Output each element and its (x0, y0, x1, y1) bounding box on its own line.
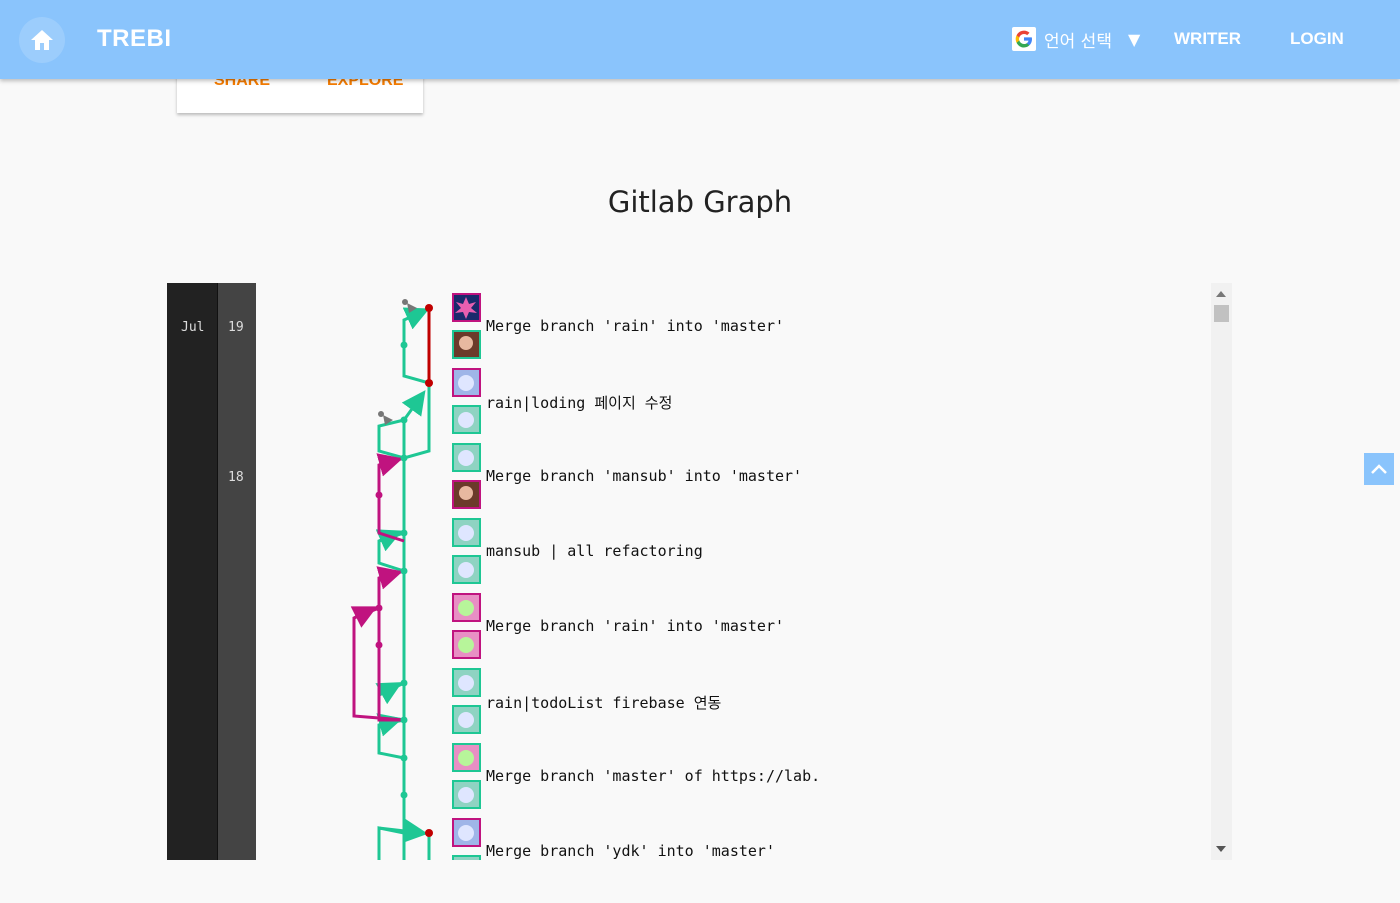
brand-title[interactable]: TREBI (97, 25, 172, 53)
commit-message[interactable]: rain|todoList firebase 연동 (486, 692, 818, 713)
commit-message[interactable]: rain|loding 페이지 수정 (486, 392, 818, 413)
scroll-up-arrow-icon[interactable] (1216, 291, 1226, 297)
language-label: 언어 선택 (1044, 31, 1112, 52)
chevron-up-icon (1371, 464, 1387, 474)
home-button[interactable] (19, 17, 65, 63)
google-icon (1012, 27, 1036, 51)
commit-message[interactable]: Merge branch 'rain' into 'master' (486, 317, 818, 335)
gitlab-graph: Jul 19 18 Merge branch 'rain' into 'mast… (167, 283, 1232, 860)
graph-scrollbar[interactable] (1211, 283, 1232, 860)
avatar-column (452, 293, 481, 860)
chevron-down-icon: ▼ (1127, 29, 1141, 49)
scroll-down-arrow-icon[interactable] (1216, 846, 1226, 852)
commit-message[interactable]: Merge branch 'master' of https://lab.ssa… (486, 767, 818, 785)
branch-line-master (375, 307, 431, 860)
login-link[interactable]: LOGIN (1290, 29, 1344, 49)
scroll-thumb[interactable] (1214, 305, 1229, 322)
writer-link[interactable]: WRITER (1174, 29, 1241, 49)
commit-message[interactable]: Merge branch 'mansub' into 'master' (486, 467, 818, 485)
page-title: Gitlab Graph (607, 185, 793, 219)
commit-message[interactable]: Merge branch 'ydk' into 'master' (486, 842, 818, 860)
commit-nodes (375, 299, 433, 837)
home-icon (31, 30, 53, 50)
back-to-top-button[interactable] (1364, 453, 1394, 485)
language-select[interactable]: 언어 선택 ▼ (1012, 26, 1140, 52)
commit-message[interactable]: mansub | all refactoring (486, 542, 818, 560)
top-navbar: TREBI 언어 선택 ▼ WRITER LOGIN (0, 0, 1400, 79)
commit-message[interactable]: Merge branch 'rain' into 'master' (486, 617, 818, 635)
